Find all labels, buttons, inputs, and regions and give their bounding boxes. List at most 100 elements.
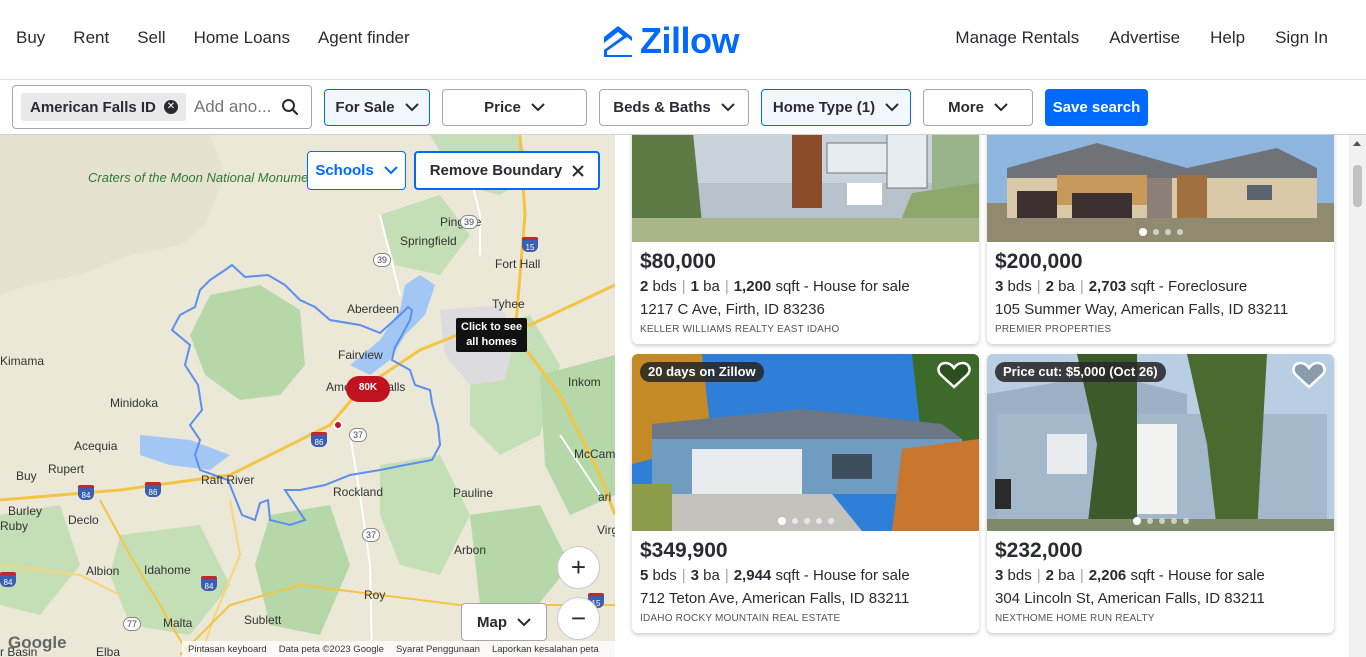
remove-chip-icon[interactable]: ✕ [163,100,178,114]
photo-carousel-dots[interactable] [987,228,1334,236]
listing-card[interactable]: $200,000 3 bds | 2 ba | 2,703 sqft - Foreclo… [987,135,1334,344]
carousel-dot[interactable] [815,518,822,524]
beds-baths-filter[interactable]: Beds & Baths [599,89,749,126]
heart-icon[interactable] [937,360,971,390]
search-input[interactable] [193,97,280,117]
baths-label: ba [703,278,720,295]
terms-link[interactable]: Syarat Penggunaan [396,644,480,655]
schools-label: Schools [315,162,374,179]
carousel-dot[interactable] [1158,518,1165,524]
zillow-logo[interactable]: Zillow [602,22,740,60]
carousel-dot[interactable] [1182,518,1189,524]
baths-label: ba [1058,567,1075,584]
beds-baths-label: Beds & Baths [613,99,711,116]
for-sale-filter[interactable]: For Sale [324,89,430,126]
carousel-dot[interactable] [1138,228,1147,236]
map-label-albion: Albion [86,564,120,578]
map-label-elba: Elba [96,645,121,657]
map-marker-dot[interactable] [333,420,343,430]
home-type-filter[interactable]: Home Type (1) [761,89,911,126]
listing-facts: 5 bds | 3 ba | 2,944 sqft - House for sale [640,567,910,584]
nav-help[interactable]: Help [1210,28,1245,48]
listing-facts: 3 bds | 2 ba | 2,703 sqft - Foreclosure [995,278,1248,295]
carousel-dot[interactable] [777,517,786,525]
nav-advertise[interactable]: Advertise [1109,28,1180,48]
beds-count: 3 [995,278,1004,295]
listing-photo[interactable]: Price cut: $5,000 (Oct 26) [987,354,1334,531]
search-icon[interactable] [281,98,299,116]
remove-boundary-label: Remove Boundary [429,162,563,179]
zoom-out-button[interactable]: − [557,597,600,640]
map-label-declo: Declo [68,513,99,527]
carousel-dot[interactable] [1176,229,1183,235]
nav-agent-finder[interactable]: Agent finder [318,28,410,48]
save-search-button[interactable]: Save search [1045,89,1148,126]
chevron-down-icon [994,103,1008,112]
map-label-kimama: Kimama [0,354,45,368]
zoom-in-button[interactable]: + [557,546,600,589]
map-attribution: Pintasan keyboard Data peta ©2023 Google… [182,641,615,657]
map-label-mccam: McCam [574,447,615,461]
photo-carousel-dots[interactable] [987,517,1334,525]
schools-button[interactable]: Schools [307,151,406,190]
price-pin-cluster[interactable]: 80K [346,376,390,402]
nav-buy[interactable]: Buy [16,28,45,48]
listing-card[interactable]: Price cut: $5,000 (Oct 26) $232,000 3 bd… [987,354,1334,633]
nav-rent[interactable]: Rent [73,28,109,48]
baths-label: ba [703,567,720,584]
listing-photo[interactable] [632,135,979,242]
listing-broker: IDAHO ROCKY MOUNTAIN REAL ESTATE [640,613,841,624]
nav-manage-rentals[interactable]: Manage Rentals [955,28,1079,48]
chevron-down-icon [404,103,419,112]
listing-address[interactable]: 1217 C Ave, Firth, ID 83236 [640,300,971,320]
map-type-button[interactable]: Map [461,603,547,641]
listings-scrollbar[interactable] [1349,135,1366,657]
baths-label: ba [1058,278,1075,295]
map-label-malta: Malta [163,616,193,630]
map-label-burley: Burley [8,504,43,518]
carousel-dot[interactable] [803,518,810,524]
carousel-dot[interactable] [1164,229,1171,235]
click-to-see-tooltip[interactable]: Click to see all homes [456,318,528,352]
keyboard-shortcuts-link[interactable]: Pintasan keyboard [188,644,267,655]
location-chip[interactable]: American Falls ID ✕ [21,93,186,121]
remove-boundary-button[interactable]: Remove Boundary [414,151,600,190]
zillow-logo-icon [604,26,632,57]
carousel-dot[interactable] [1132,517,1141,525]
listing-price: $349,900 [640,539,728,562]
filter-bar: American Falls ID ✕ For Sale Price Beds … [0,80,1366,135]
carousel-dot[interactable] [1146,518,1153,524]
scrollbar-thumb[interactable] [1353,165,1362,207]
carousel-dot[interactable] [791,518,798,524]
nav-sell[interactable]: Sell [137,28,165,48]
carousel-dot[interactable] [1152,229,1159,235]
listing-address[interactable]: 105 Summer Way, American Falls, ID 83211 [995,300,1326,320]
map-panel[interactable]: Craters of the Moon National Monument & … [0,135,615,657]
interstate-shield-84: 84 [78,485,94,500]
carousel-dot[interactable] [827,518,834,524]
photo-carousel-dots[interactable] [632,517,979,525]
listing-photo[interactable]: 20 days on Zillow [632,354,979,531]
sqft-label: sqft [1130,567,1155,584]
listing-card[interactable]: $80,000 2 bds | 1 ba | 1,200 sqft - House fo… [632,135,979,344]
carousel-dot[interactable] [1170,518,1177,524]
map-canvas[interactable] [0,135,615,657]
listing-address[interactable]: 712 Teton Ave, American Falls, ID 83211 [640,589,971,609]
price-filter[interactable]: Price [442,89,587,126]
heart-icon[interactable] [1292,360,1326,390]
listing-photo[interactable] [987,135,1334,242]
listing-broker: NEXTHOME HOME RUN REALTY [995,613,1155,624]
report-error-link[interactable]: Laporkan kesalahan peta [492,644,599,655]
listing-card[interactable]: 20 days on Zillow $349,900 5 bds | 3 ba | 2,… [632,354,979,633]
map-label-aberdeen: Aberdeen [347,302,400,316]
beds-label: bds [1007,567,1032,584]
scroll-up-arrow-icon[interactable] [1353,141,1361,146]
more-filter[interactable]: More [923,89,1033,126]
location-search[interactable]: American Falls ID ✕ [12,85,312,129]
nav-sign-in[interactable]: Sign In [1275,28,1328,48]
highway-shield-37: 37 [349,428,367,442]
nav-home-loans[interactable]: Home Loans [194,28,290,48]
listing-address[interactable]: 304 Lincoln St, American Falls, ID 83211 [995,589,1326,609]
map-label-inkom: Inkom [568,375,601,389]
map-label-buy: Buy [16,469,37,483]
